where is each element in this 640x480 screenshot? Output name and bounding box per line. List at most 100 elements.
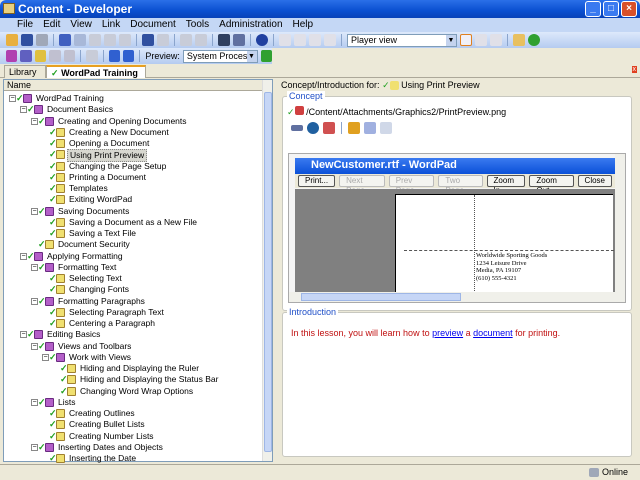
collapse-toggle-icon[interactable]: − [31, 117, 38, 125]
view-select[interactable]: Player view ▼ [347, 33, 457, 47]
tree-item[interactable]: − ✓ Formatting Text [4, 262, 262, 273]
minimize-button[interactable]: _ [585, 1, 601, 17]
save-icon[interactable] [21, 34, 33, 46]
collapse-toggle-icon[interactable]: − [31, 207, 38, 215]
redo-icon[interactable] [157, 34, 169, 46]
tree-item[interactable]: − ✓ Formatting Paragraphs [4, 296, 262, 307]
collapse-toggle-icon[interactable]: − [31, 342, 38, 350]
glossary-link-preview[interactable]: preview [432, 328, 463, 338]
save-all-icon[interactable] [36, 34, 48, 46]
tree-item[interactable]: ✓ Document Security [4, 239, 262, 250]
copy-icon[interactable] [74, 34, 86, 46]
wordpad-button[interactable]: Print... [298, 175, 336, 187]
delete-icon[interactable] [104, 34, 116, 46]
preview-vscrollbar[interactable] [615, 154, 625, 294]
collapse-toggle-icon[interactable]: − [20, 106, 27, 114]
paste-icon[interactable] [89, 34, 101, 46]
wordpad-button[interactable]: Zoom Out [529, 175, 574, 195]
preview-select[interactable]: System Process ▼ [182, 49, 258, 63]
tree-item[interactable]: − ✓ Saving Documents [4, 206, 262, 217]
preview-hscrollbar[interactable] [289, 292, 625, 302]
tree-item[interactable]: ✓ Saving a Text File [4, 228, 262, 239]
check-in-icon[interactable] [279, 34, 291, 46]
module-icon[interactable] [6, 50, 18, 62]
settings-icon[interactable] [86, 50, 98, 62]
tree-item[interactable]: ✓ Inserting the Date [4, 453, 262, 464]
tree-item[interactable]: − ✓ WordPad Training [4, 93, 262, 104]
lock-icon[interactable] [324, 34, 336, 46]
scroll-thumb[interactable] [301, 293, 461, 301]
column-header-name[interactable]: Name [4, 80, 272, 91]
tree-item[interactable]: ✓ Changing the Page Setup [4, 161, 262, 172]
indent-icon[interactable] [180, 34, 192, 46]
introduction-text[interactable]: In this lesson, you will learn how to pr… [291, 328, 560, 338]
tree-item[interactable]: ✓ Using Print Preview [4, 149, 262, 163]
outdent-icon[interactable] [195, 34, 207, 46]
layout-rows-icon[interactable] [475, 34, 487, 46]
link-icon[interactable] [291, 125, 303, 131]
collapse-toggle-icon[interactable]: − [31, 443, 38, 451]
collapse-toggle-icon[interactable]: − [31, 263, 38, 271]
web-icon[interactable] [307, 122, 319, 134]
tab-wordpad-training[interactable]: ✓ WordPad Training x [46, 65, 146, 89]
refresh-icon[interactable] [528, 34, 540, 46]
tree-item[interactable]: − ✓ Inserting Dates and Objects [4, 442, 262, 453]
properties-icon[interactable] [119, 34, 131, 46]
menu-administration[interactable]: Administration [214, 18, 287, 32]
question-icon[interactable] [63, 50, 76, 62]
tree-item[interactable]: ✓ Opening a Document [4, 138, 262, 149]
publish-icon[interactable] [513, 34, 525, 46]
tree-item[interactable]: − ✓ Lists [4, 397, 262, 408]
wordpad-button[interactable]: Next Page [339, 175, 385, 195]
tree-item[interactable]: ✓ Changing Word Wrap Options [4, 386, 262, 397]
wordpad-button[interactable]: Prev Page [388, 175, 435, 195]
import-icon[interactable] [309, 34, 321, 46]
tree-item[interactable]: ✓ Selecting Text [4, 273, 262, 284]
collapse-toggle-icon[interactable]: − [20, 252, 27, 260]
tree-item[interactable]: ✓ Centering a Paragraph [4, 318, 262, 329]
tree-item[interactable]: − ✓ Editing Basics [4, 329, 262, 340]
check-out-icon[interactable] [294, 34, 306, 46]
tree-item[interactable]: ✓ Templates [4, 183, 262, 194]
wordpad-button[interactable]: Two Page [438, 175, 483, 195]
preview-icon[interactable] [380, 122, 392, 134]
collapse-toggle-icon[interactable]: − [9, 95, 16, 102]
move-up-icon[interactable] [108, 50, 120, 62]
edit-pencil-icon[interactable] [348, 122, 360, 134]
layout-columns-icon[interactable] [460, 34, 472, 46]
settings-icon[interactable] [364, 122, 376, 134]
tree-item[interactable]: ✓ Exiting WordPad [4, 194, 262, 205]
open-icon[interactable] [6, 34, 18, 46]
collapse-toggle-icon[interactable]: − [42, 353, 49, 361]
menu-tools[interactable]: Tools [181, 18, 214, 32]
glossary-link-document[interactable]: document [473, 328, 513, 338]
tree-item[interactable]: ✓ Hiding and Displaying the Status Bar [4, 374, 262, 385]
help-icon[interactable] [256, 34, 268, 46]
menu-document[interactable]: Document [125, 18, 181, 32]
menu-file[interactable]: File [12, 18, 38, 32]
tree-item[interactable]: ✓ Selecting Paragraph Text [4, 307, 262, 318]
tree-item[interactable]: − ✓ Work with Views [4, 352, 262, 363]
wordpad-button[interactable]: Zoom In [486, 175, 526, 195]
menu-view[interactable]: View [65, 18, 97, 32]
tree-item[interactable]: ✓ Changing Fonts [4, 284, 262, 295]
tree-item[interactable]: ✓ Creating Bullet Lists [4, 419, 262, 430]
tree-item[interactable]: ✓ Hiding and Displaying the Ruler [4, 363, 262, 374]
tree-scrollbar[interactable] [262, 80, 272, 461]
tree-item[interactable]: ✓ Saving a Document as a New File [4, 217, 262, 228]
menu-edit[interactable]: Edit [38, 18, 65, 32]
spellcheck-icon[interactable] [233, 34, 245, 46]
menu-link[interactable]: Link [97, 18, 125, 32]
scroll-thumb[interactable] [264, 92, 272, 452]
frame-icon[interactable] [49, 50, 61, 62]
cut-icon[interactable] [59, 34, 71, 46]
move-down-icon[interactable] [122, 50, 135, 62]
tree-item[interactable]: ✓ Creating Outlines [4, 408, 262, 419]
attachment-path[interactable]: /Content/Attachments/Graphics2/PrintPrev… [306, 107, 506, 117]
collapse-toggle-icon[interactable]: − [20, 331, 27, 339]
section-icon[interactable] [20, 50, 32, 62]
find-icon[interactable] [218, 34, 230, 46]
close-pane-icon[interactable]: x [631, 66, 637, 73]
tree-item[interactable]: − ✓ Creating and Opening Documents [4, 116, 262, 127]
tree-item[interactable]: ✓ Creating Number Lists [4, 431, 262, 442]
